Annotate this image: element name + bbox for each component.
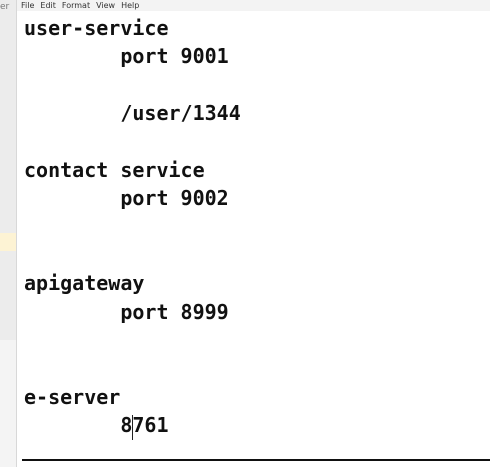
editor-line: port 9002 bbox=[24, 186, 229, 210]
editor-line: apigateway bbox=[24, 271, 145, 295]
background-window-panel bbox=[0, 340, 16, 467]
menu-bar: File Edit Format View Help bbox=[17, 0, 490, 11]
bottom-divider bbox=[22, 459, 490, 461]
editor-line: /user/1344 bbox=[24, 101, 241, 125]
menu-edit[interactable]: Edit bbox=[40, 0, 56, 11]
editor-line: port 8999 bbox=[24, 300, 229, 324]
menu-view[interactable]: View bbox=[96, 0, 115, 11]
editor-line: 8761 bbox=[24, 413, 169, 437]
menu-file[interactable]: File bbox=[21, 0, 34, 11]
text-editor-area[interactable]: user-service port 9001 /user/1344 contac… bbox=[17, 12, 490, 457]
background-window-highlight bbox=[0, 233, 16, 251]
editor-line: contact service bbox=[24, 158, 205, 182]
background-window-edge: er bbox=[0, 0, 17, 467]
editor-line: port 9001 bbox=[24, 44, 229, 68]
menu-help[interactable]: Help bbox=[121, 0, 139, 11]
editor-line: e-server bbox=[24, 385, 121, 409]
menu-format[interactable]: Format bbox=[62, 0, 90, 11]
text-cursor bbox=[132, 415, 133, 440]
background-window-text: er bbox=[0, 2, 10, 12]
editor-line: user-service bbox=[24, 16, 169, 40]
